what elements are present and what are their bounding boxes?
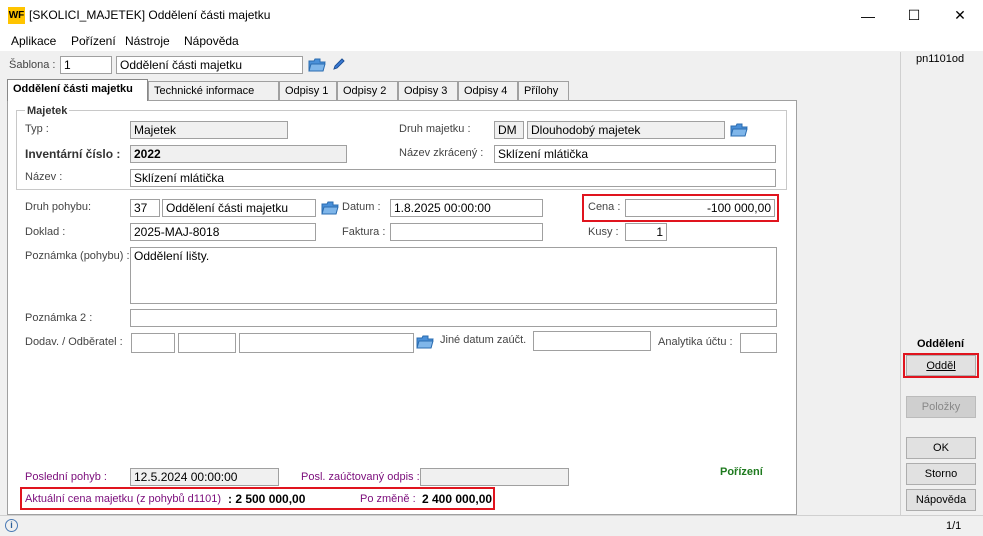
faktura-field[interactable] (390, 223, 543, 241)
posl-odpis-field[interactable] (420, 468, 569, 486)
druh-pohybu-code-field[interactable]: 37 (130, 199, 160, 217)
menu-porizeni[interactable]: Pořízení (71, 34, 116, 48)
druh-pohybu-label: Druh pohybu: (25, 201, 92, 213)
jine-datum-label: Jiné datum zaúčt. (440, 334, 527, 346)
cena-field[interactable]: -100 000,00 (625, 199, 775, 217)
tab-odpisy-2[interactable]: Odpisy 2 (337, 81, 398, 100)
dodavatel-label: Dodav. / Odběratel : (25, 336, 123, 348)
analytika-label: Analytika účtu : (658, 336, 733, 348)
napoveda-button[interactable]: Nápověda (906, 489, 976, 511)
poznamka-pohybu-label: Poznámka (pohybu) : (25, 250, 130, 262)
folder-open-icon[interactable] (730, 123, 748, 137)
dodavatel-ico-field[interactable] (178, 333, 236, 353)
tab-odpisy-3[interactable]: Odpisy 3 (398, 81, 458, 100)
druh-majetku-label: Druh majetku : (399, 123, 471, 135)
form-code: pn1101od (916, 53, 965, 65)
datum-field[interactable]: 1.8.2025 00:00:00 (390, 199, 543, 217)
inventarni-cislo-field[interactable]: 2022 (130, 145, 347, 163)
kusy-label: Kusy : (588, 226, 619, 238)
info-icon[interactable]: i (5, 519, 18, 532)
nazev-label: Název : (25, 171, 63, 183)
tab-odpisy-4[interactable]: Odpisy 4 (458, 81, 518, 100)
nazev-field[interactable]: Sklízení mlátička (130, 169, 776, 187)
po-zmene-label: Po změně : (360, 493, 416, 505)
close-button[interactable]: ✕ (937, 0, 983, 31)
tab-prilohy[interactable]: Přílohy (518, 81, 569, 100)
po-zmene-value: 2 400 000,00 (422, 492, 493, 506)
folder-open-icon[interactable] (308, 58, 326, 72)
oddel-button[interactable]: Odděl (906, 355, 976, 376)
menu-nastroje[interactable]: Nástroje (125, 34, 170, 48)
nazev-zkraceny-field[interactable]: Sklízení mlátička (494, 145, 776, 163)
app-logo: WF (8, 7, 25, 24)
window-title: [SKOLICI_MAJETEK] Oddělení části majetku (29, 8, 271, 22)
maximize-button[interactable]: ☐ (891, 0, 937, 31)
poznamka-pohybu-field[interactable]: Oddělení lišty. (130, 247, 777, 304)
aktualni-cena-label: Aktuální cena majetku (z pohybů d1101) (25, 493, 222, 505)
jine-datum-field[interactable] (533, 331, 651, 351)
cena-label: Cena : (588, 201, 621, 213)
ok-button[interactable]: OK (906, 437, 976, 459)
nazev-zkraceny-label: Název zkrácený : (399, 147, 484, 159)
doklad-label: Doklad : (25, 226, 66, 238)
polozky-button[interactable]: Položky (906, 396, 976, 418)
storno-button[interactable]: Storno (906, 463, 976, 485)
druh-majetku-code-field[interactable]: DM (494, 121, 524, 139)
sablona-code-field[interactable]: 1 (60, 56, 112, 74)
inventarni-cislo-label: Inventární číslo : (25, 147, 121, 161)
tab-technicke-informace[interactable]: Technické informace (148, 81, 279, 100)
menu-aplikace[interactable]: Aplikace (11, 34, 56, 48)
typ-label: Typ : (25, 123, 49, 135)
doklad-field[interactable]: 2025-MAJ-8018 (130, 223, 316, 241)
faktura-label: Faktura : (342, 226, 386, 238)
druh-majetku-field[interactable]: Dlouhodobý majetek (527, 121, 725, 139)
aktualni-cena-value: : 2 500 000,00 (228, 492, 306, 506)
posledni-pohyb-field[interactable]: 12.5.2024 00:00:00 (130, 468, 279, 486)
menu-bar: Aplikace Pořízení Nástroje Nápověda (0, 31, 983, 51)
sablona-name-field[interactable]: Oddělení části majetku (116, 56, 303, 74)
dodavatel-name-field[interactable] (239, 333, 414, 353)
porizeni-label: Pořízení (720, 466, 763, 478)
datum-label: Datum : (342, 201, 381, 213)
posl-odpis-label: Posl. zaúčtovaný odpis : (301, 471, 420, 483)
majetek-group-title: Majetek (25, 105, 70, 117)
folder-open-icon[interactable] (416, 335, 434, 349)
page-indicator: 1/1 (946, 520, 962, 532)
edit-pencil-icon[interactable] (332, 57, 346, 71)
druh-pohybu-field[interactable]: Oddělení části majetku (162, 199, 316, 217)
menu-napoveda[interactable]: Nápověda (184, 34, 239, 48)
poznamka-2-label: Poznámka 2 : (25, 312, 93, 324)
poznamka-2-field[interactable] (130, 309, 777, 327)
status-bar: i 1/1 (0, 515, 983, 536)
minimize-button[interactable]: — (845, 0, 891, 31)
typ-field[interactable]: Majetek (130, 121, 288, 139)
tab-oddeleni[interactable]: Oddělení části majetku (7, 79, 148, 101)
title-bar: WF [SKOLICI_MAJETEK] Oddělení části maje… (0, 0, 983, 31)
oddeleni-section-label: Oddělení (917, 338, 965, 350)
sablona-label: Šablona : (9, 59, 56, 71)
analytika-field[interactable] (740, 333, 777, 353)
kusy-field[interactable]: 1 (625, 223, 667, 241)
posledni-pohyb-label: Poslední pohyb : (25, 471, 107, 483)
tab-odpisy-1[interactable]: Odpisy 1 (279, 81, 337, 100)
dodavatel-code-field[interactable] (131, 333, 175, 353)
folder-open-icon[interactable] (321, 201, 339, 215)
